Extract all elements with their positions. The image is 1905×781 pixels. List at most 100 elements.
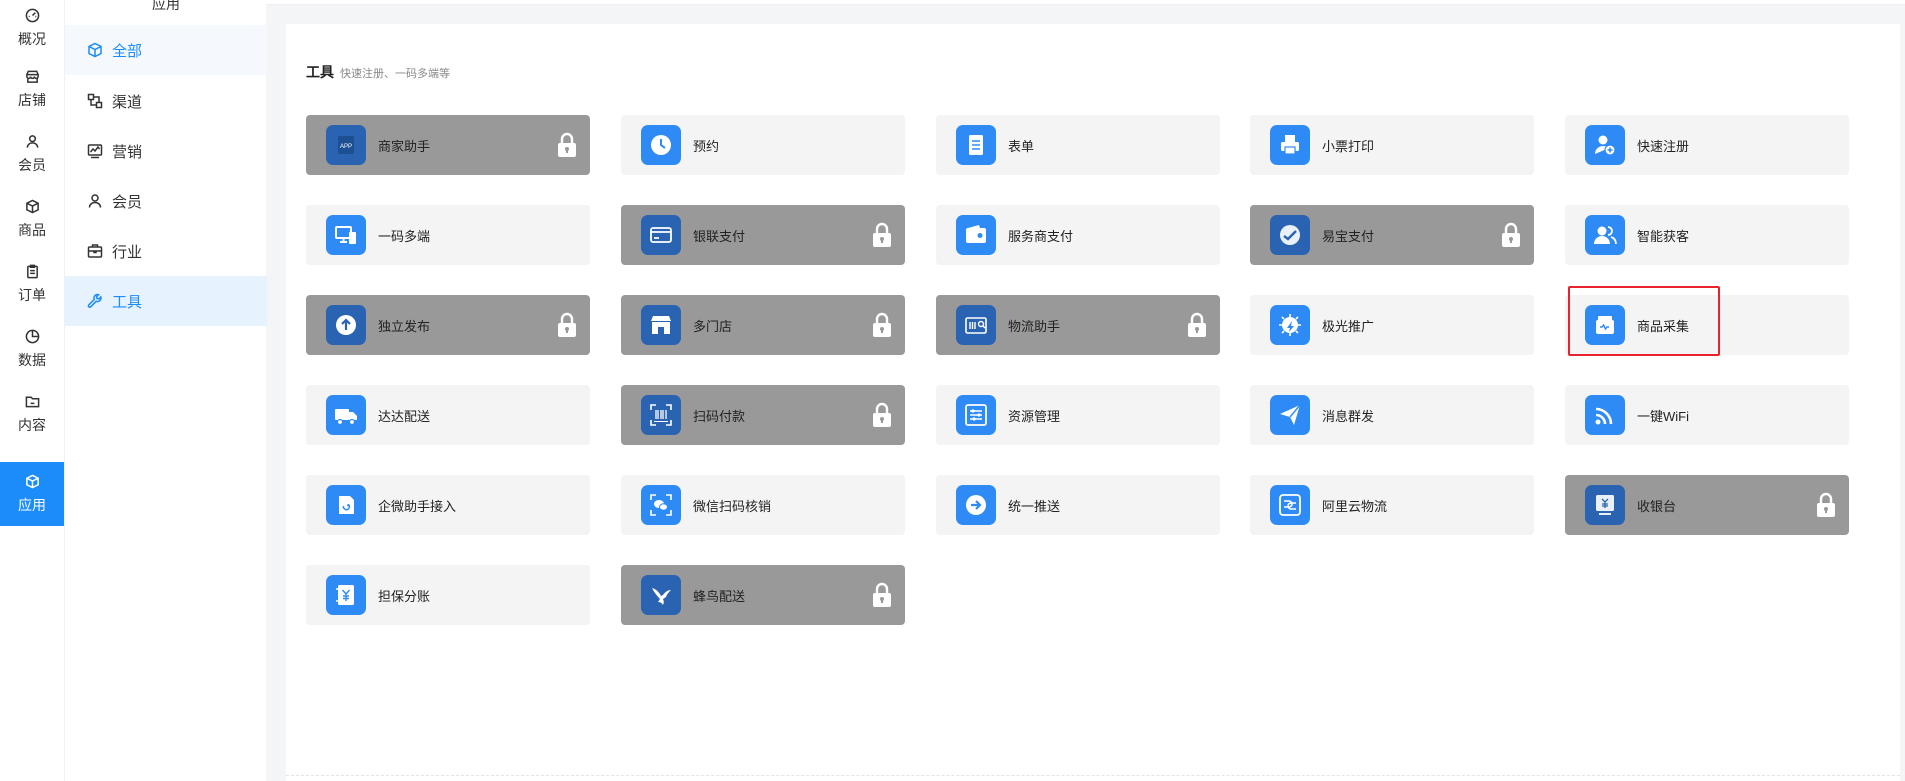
nav-item-1[interactable]: 店铺 xyxy=(0,57,64,122)
tool-label: 阿里云物流 xyxy=(1322,498,1388,514)
tool-label: 服务商支付 xyxy=(1008,228,1074,244)
tool-tile-5[interactable]: 一码多端 xyxy=(306,205,590,265)
sidebar-item-3[interactable]: 会员 xyxy=(65,176,267,226)
tool-icon-box xyxy=(641,305,681,345)
tool-tile-0[interactable]: APP 商家助手 xyxy=(306,115,590,175)
sidebar-item-0[interactable]: 全部 xyxy=(65,25,267,75)
lock-icon xyxy=(1817,492,1835,517)
tool-tile-8[interactable]: 易宝支付 xyxy=(1250,205,1534,265)
tool-tile-23[interactable]: 阿里云物流 xyxy=(1250,475,1534,535)
tool-label: 一码多端 xyxy=(378,228,431,244)
nav-item-6[interactable]: 内容 xyxy=(0,382,64,447)
tool-tile-19[interactable]: 一键WiFi xyxy=(1565,385,1849,445)
svg-text:APP: APP xyxy=(340,144,352,150)
tools-panel: 工具 快速注册、一码多端等 APP 商家助手 预约 表单 小票打印 快速注册一码多端 银联支付… xyxy=(286,24,1900,781)
clipboard-icon xyxy=(26,264,38,279)
card-icon xyxy=(650,227,672,243)
sliders-icon xyxy=(965,404,987,426)
wallet-icon xyxy=(966,225,986,243)
lock-icon xyxy=(873,402,891,427)
sidebar-item-label: 全部 xyxy=(112,42,143,60)
shop-icon xyxy=(651,316,671,334)
nav-item-5[interactable]: 数据 xyxy=(0,317,64,382)
sidebar-item-label: 会员 xyxy=(112,193,143,211)
sidebar-item-5[interactable]: 工具 xyxy=(65,276,267,326)
wechat-scan-icon xyxy=(650,494,672,516)
tool-icon-box xyxy=(326,575,366,615)
sidebar-item-4[interactable]: 行业 xyxy=(65,226,267,276)
lock-icon xyxy=(1188,312,1206,337)
nav-item-label: 概况 xyxy=(18,31,46,47)
tool-tile-9[interactable]: 智能获客 xyxy=(1565,205,1849,265)
clock-icon xyxy=(651,135,671,155)
lock-icon xyxy=(558,132,576,157)
upload-icon xyxy=(336,315,356,335)
send-icon xyxy=(1280,404,1301,425)
tool-tile-7[interactable]: 服务商支付 xyxy=(936,205,1220,265)
tool-label: 快速注册 xyxy=(1637,138,1690,154)
user-add-icon xyxy=(1595,135,1616,156)
tool-tile-14[interactable]: 商品采集 xyxy=(1565,295,1849,355)
tool-tile-12[interactable]: 物流助手 xyxy=(936,295,1220,355)
document-icon xyxy=(969,135,983,155)
tool-tile-4[interactable]: 快速注册 xyxy=(1565,115,1849,175)
nav-item-7[interactable]: 应用 xyxy=(0,462,64,526)
tool-icon-box xyxy=(326,395,366,435)
aliyun-icon xyxy=(1279,494,1301,516)
tool-label: 物流助手 xyxy=(1008,318,1061,334)
tool-label: 扫码付款 xyxy=(693,408,746,424)
tool-tile-15[interactable]: 达达配送 xyxy=(306,385,590,445)
lock-icon xyxy=(873,312,891,337)
channel-icon xyxy=(87,93,103,109)
tool-label: 独立发布 xyxy=(378,318,431,334)
sidebar-item-1[interactable]: 渠道 xyxy=(65,76,267,126)
tool-icon-box xyxy=(1270,395,1310,435)
user-icon xyxy=(88,194,102,208)
nav-item-3[interactable]: 商品 xyxy=(0,187,64,252)
tool-icon-box xyxy=(1270,215,1310,255)
nav-item-0[interactable]: 概况 xyxy=(0,0,64,57)
tool-tile-20[interactable]: 企微助手接入 xyxy=(306,475,590,535)
tool-tile-26[interactable]: 蜂鸟配送 xyxy=(621,565,905,625)
tool-tile-18[interactable]: 消息群发 xyxy=(1250,385,1534,445)
user-icon xyxy=(26,135,38,148)
tool-tile-6[interactable]: 银联支付 xyxy=(621,205,905,265)
tool-tile-24[interactable]: 收银台 xyxy=(1565,475,1849,535)
sidebar-title: 应用 xyxy=(152,0,180,12)
tool-tile-1[interactable]: 预约 xyxy=(621,115,905,175)
tool-icon-box xyxy=(956,215,996,255)
cashier-icon xyxy=(1596,495,1614,515)
section-title-text: 工具 xyxy=(306,64,334,80)
tool-icon-box xyxy=(1585,215,1625,255)
tool-label: 担保分账 xyxy=(378,588,431,604)
tool-label: 商家助手 xyxy=(378,138,431,154)
nav-item-2[interactable]: 会员 xyxy=(0,122,64,187)
store-icon xyxy=(25,70,39,83)
sidebar-item-label: 行业 xyxy=(112,243,143,261)
tool-tile-22[interactable]: 统一推送 xyxy=(936,475,1220,535)
tool-tile-17[interactable]: 资源管理 xyxy=(936,385,1220,445)
nav-item-label: 数据 xyxy=(18,352,46,368)
tool-tile-16[interactable]: 扫码付款 xyxy=(621,385,905,445)
sidebar-item-2[interactable]: 营销 xyxy=(65,126,267,176)
tool-label: 统一推送 xyxy=(1008,498,1061,514)
tool-icon-box xyxy=(1270,305,1310,345)
tool-tile-10[interactable]: 独立发布 xyxy=(306,295,590,355)
tool-tile-11[interactable]: 多门店 xyxy=(621,295,905,355)
tool-icon-box xyxy=(956,485,996,525)
briefcase-icon xyxy=(87,244,103,258)
nav-item-4[interactable]: 订单 xyxy=(0,252,64,317)
tool-icon-box xyxy=(1270,485,1310,525)
tool-tile-21[interactable]: 微信扫码核销 xyxy=(621,475,905,535)
tool-tile-25[interactable]: 担保分账 xyxy=(306,565,590,625)
tool-label: 小票打印 xyxy=(1322,138,1375,154)
tool-tile-2[interactable]: 表单 xyxy=(936,115,1220,175)
tool-tile-13[interactable]: 极光推广 xyxy=(1250,295,1534,355)
tool-tile-3[interactable]: 小票打印 xyxy=(1250,115,1534,175)
tool-label: 企微助手接入 xyxy=(378,498,457,514)
tool-label: 收银台 xyxy=(1637,498,1677,514)
section-subtitle: 快速注册、一码多端等 xyxy=(340,68,450,80)
wrench-icon xyxy=(87,293,102,308)
tool-icon-box xyxy=(956,305,996,345)
sidebar-item-label: 渠道 xyxy=(112,93,143,111)
